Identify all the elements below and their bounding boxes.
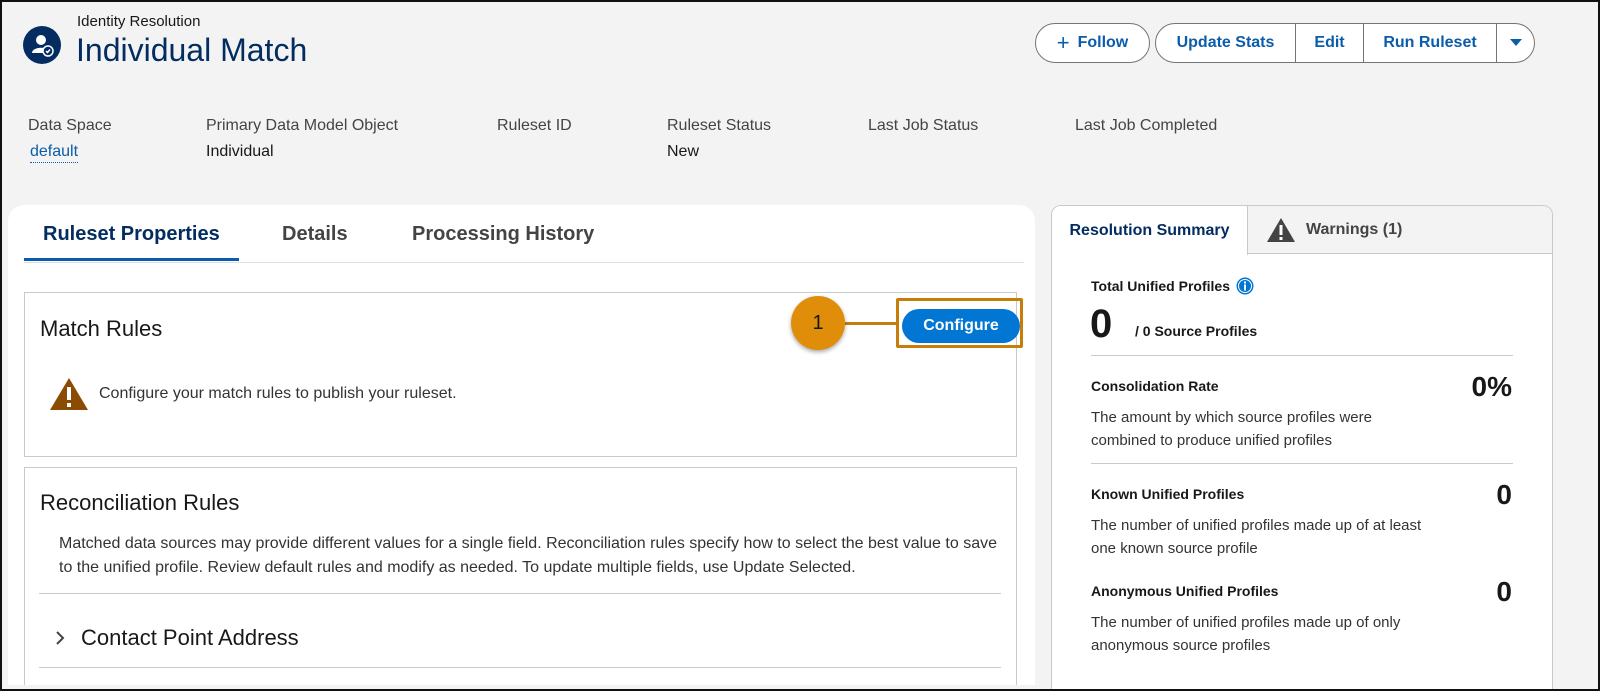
section-divider bbox=[39, 667, 1001, 668]
plus-icon: + bbox=[1056, 30, 1070, 55]
warning-text: Configure your match rules to publish yo… bbox=[99, 385, 457, 402]
tab-bar: Ruleset Properties Details Processing Hi… bbox=[24, 205, 1024, 263]
total-unified-profiles-label: Total Unified Profiles bbox=[1091, 277, 1254, 295]
consolidation-rate-label: Consolidation Rate bbox=[1091, 378, 1219, 394]
record-header: Identity Resolution Individual Match + F… bbox=[0, 0, 1600, 200]
tab-processing-history[interactable]: Processing History bbox=[412, 223, 594, 258]
anonymous-unified-profiles-value: 0 bbox=[1496, 576, 1512, 607]
consolidation-rate-value: 0% bbox=[1471, 371, 1512, 402]
last-job-status-label: Last Job Status bbox=[868, 117, 979, 134]
anonymous-unified-profiles-label: Anonymous Unified Profiles bbox=[1091, 583, 1279, 599]
page-title: Individual Match bbox=[76, 32, 308, 68]
primary-dmo-label: Primary Data Model Object bbox=[206, 117, 399, 134]
match-rules-section: Match Rules 1 Configure Configure your m… bbox=[24, 292, 1023, 457]
total-label-text: Total Unified Profiles bbox=[1091, 278, 1230, 294]
object-type-label: Identity Resolution bbox=[77, 13, 201, 30]
configure-button[interactable]: Configure bbox=[902, 309, 1020, 343]
known-unified-profiles-desc: The number of unified profiles made up o… bbox=[1091, 517, 1422, 557]
summary-divider bbox=[1091, 463, 1513, 464]
more-actions-button[interactable] bbox=[1497, 23, 1535, 63]
follow-label: Follow bbox=[1077, 34, 1129, 51]
highlights-panel: Data Space default Primary Data Model Ob… bbox=[0, 117, 1600, 177]
edit-button[interactable]: Edit bbox=[1296, 23, 1364, 63]
resolution-summary-card: Resolution Summary Warnings (1) Total Un… bbox=[1051, 205, 1553, 691]
reconciliation-title: Reconciliation Rules bbox=[40, 490, 240, 515]
total-unified-profiles-value: 0 bbox=[1090, 302, 1113, 346]
anonymous-unified-profiles-desc: The number of unified profiles made up o… bbox=[1091, 614, 1401, 654]
data-space-value[interactable]: default bbox=[30, 143, 79, 163]
tab-resolution-summary[interactable]: Resolution Summary bbox=[1052, 206, 1248, 255]
main-card: Ruleset Properties Details Processing Hi… bbox=[8, 205, 1035, 685]
warnings-label: Warnings (1) bbox=[1306, 221, 1403, 238]
run-ruleset-button[interactable]: Run Ruleset bbox=[1364, 23, 1497, 63]
tab-details[interactable]: Details bbox=[282, 223, 348, 258]
callout-marker: 1 bbox=[791, 296, 845, 350]
source-profiles-count: / 0 Source Profiles bbox=[1135, 323, 1258, 339]
reconciliation-rules-section: Reconciliation Rules Matched data source… bbox=[24, 467, 1017, 685]
ruleset-status-value: New bbox=[667, 143, 700, 160]
primary-dmo-value: Individual bbox=[206, 143, 274, 160]
warning-icon bbox=[50, 378, 88, 410]
follow-button[interactable]: + Follow bbox=[1035, 23, 1150, 63]
accordion-label: Contact Point Address bbox=[81, 625, 299, 650]
section-divider bbox=[39, 593, 1001, 594]
update-stats-button[interactable]: Update Stats bbox=[1155, 23, 1296, 63]
ruleset-id-label: Ruleset ID bbox=[497, 117, 572, 134]
summary-divider bbox=[1091, 355, 1513, 356]
chevron-down-icon bbox=[1509, 39, 1522, 46]
tab-warnings[interactable]: Warnings (1) bbox=[1266, 206, 1402, 254]
summary-tab-bar: Resolution Summary Warnings (1) bbox=[1052, 206, 1552, 255]
action-button-group: Update Stats Edit Run Ruleset bbox=[1155, 23, 1535, 63]
data-space-link[interactable]: default bbox=[30, 143, 79, 163]
consolidation-rate-desc: The amount by which source profiles were… bbox=[1091, 409, 1372, 449]
known-unified-profiles-label: Known Unified Profiles bbox=[1091, 486, 1245, 502]
match-rules-title: Match Rules bbox=[40, 316, 163, 341]
reconciliation-description: Matched data sources may provide differe… bbox=[59, 535, 997, 576]
warning-icon bbox=[1267, 218, 1295, 242]
data-space-label: Data Space bbox=[28, 117, 112, 134]
last-job-completed-label: Last Job Completed bbox=[1075, 117, 1218, 134]
accordion-contact-point-address[interactable]: Contact Point Address bbox=[55, 625, 299, 651]
callout-connector bbox=[842, 322, 898, 325]
info-icon[interactable] bbox=[1236, 277, 1254, 295]
match-rules-warning: Configure your match rules to publish yo… bbox=[49, 377, 457, 411]
ruleset-status-label: Ruleset Status bbox=[667, 117, 772, 134]
chevron-right-icon bbox=[56, 631, 65, 645]
tab-ruleset-properties[interactable]: Ruleset Properties bbox=[24, 223, 239, 261]
known-unified-profiles-value: 0 bbox=[1496, 479, 1512, 510]
identity-resolution-icon bbox=[23, 26, 61, 64]
